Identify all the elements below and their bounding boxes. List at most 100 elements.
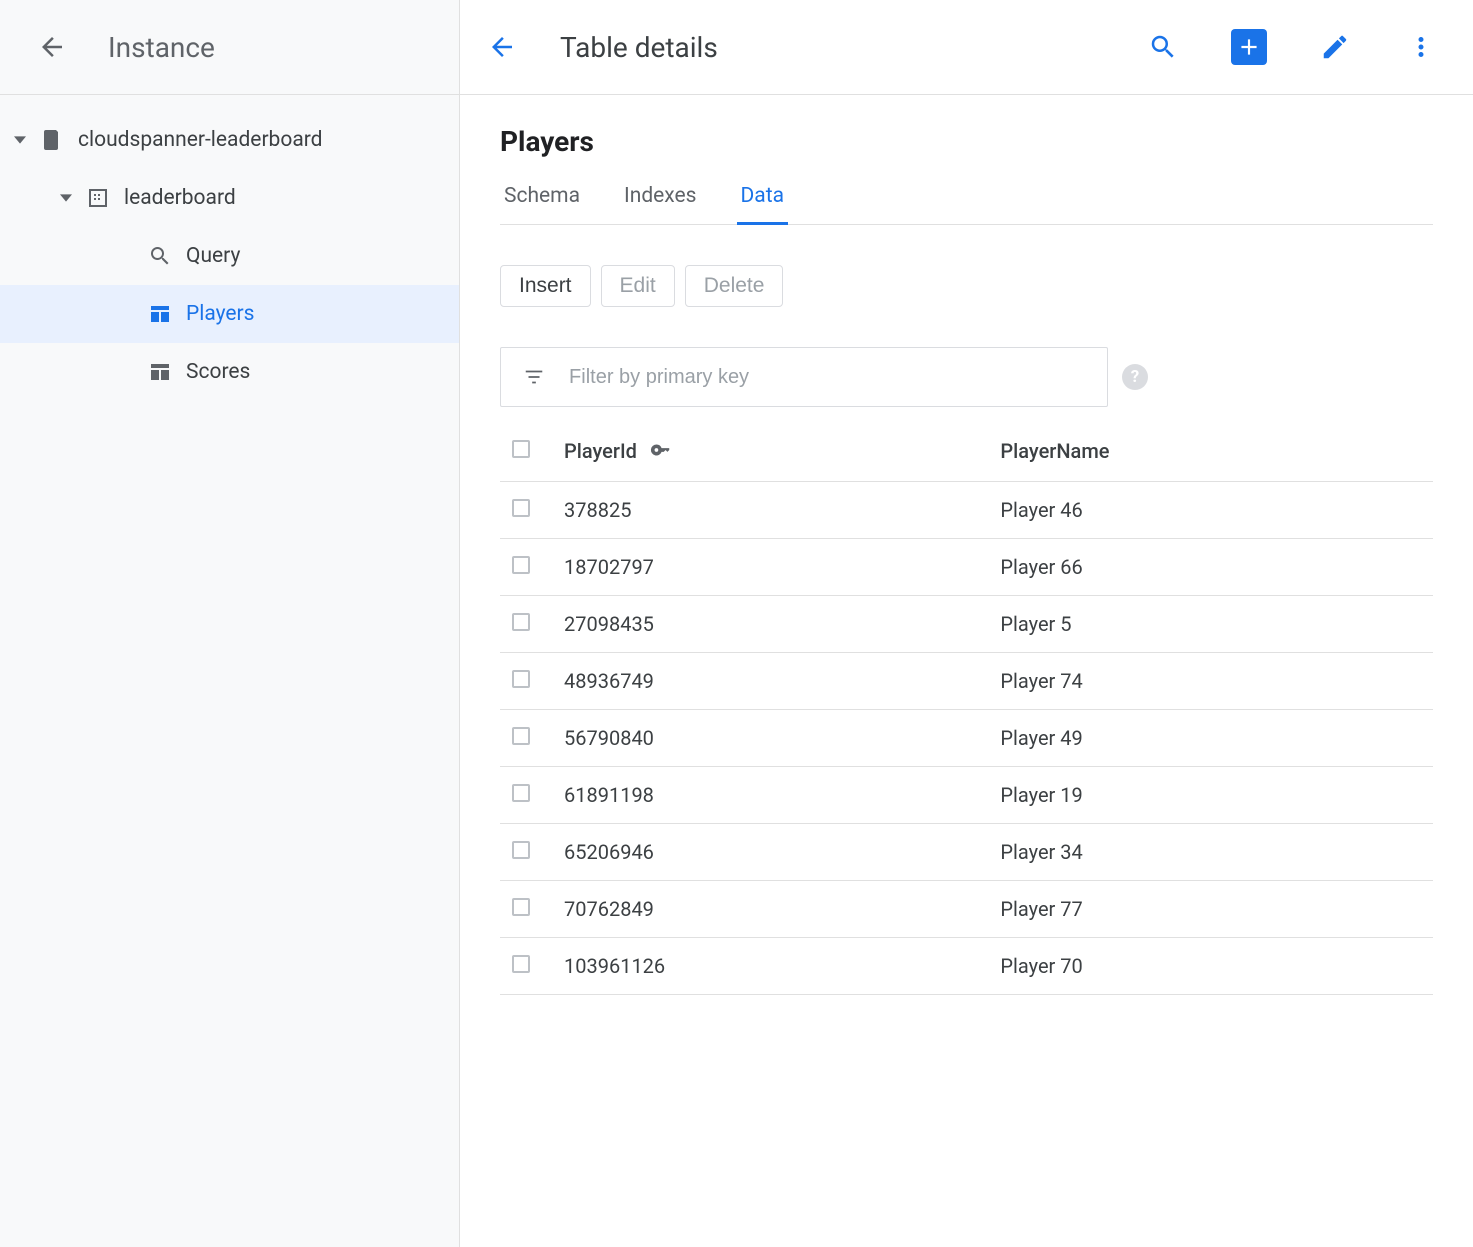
table-row[interactable]: 378825Player 46	[500, 482, 1433, 539]
action-row: Insert Edit Delete	[500, 265, 1433, 307]
row-checkbox-cell	[500, 539, 556, 596]
main-title: Table details	[560, 31, 718, 64]
tab-indexes[interactable]: Indexes	[620, 176, 700, 225]
caret-icon[interactable]	[8, 134, 32, 146]
cell-player-id: 48936749	[556, 653, 992, 710]
query-button[interactable]	[1139, 23, 1187, 71]
sidebar: Instance cloudspanner-leaderboard leader…	[0, 0, 460, 1247]
instance-icon	[38, 126, 66, 154]
row-checkbox-cell	[500, 824, 556, 881]
tab-data[interactable]: Data	[737, 176, 789, 225]
row-checkbox-cell	[500, 482, 556, 539]
filter-icon	[523, 365, 545, 389]
search-icon	[146, 242, 174, 270]
main-panel: Table details Players Schema Indexes Dat…	[460, 0, 1473, 1247]
row-checkbox[interactable]	[512, 556, 530, 574]
row-checkbox-cell	[500, 881, 556, 938]
tree-item-scores[interactable]: Scores	[0, 343, 459, 401]
back-arrow-button[interactable]	[28, 23, 76, 71]
more-vert-icon	[1406, 32, 1436, 62]
edit-row-button[interactable]: Edit	[601, 265, 675, 307]
col-header-player-id[interactable]: PlayerId	[556, 429, 992, 482]
filter-input[interactable]	[569, 366, 1085, 389]
cell-player-id: 61891198	[556, 767, 992, 824]
cell-player-id: 70762849	[556, 881, 992, 938]
table-row[interactable]: 65206946Player 34	[500, 824, 1433, 881]
row-checkbox[interactable]	[512, 955, 530, 973]
main-header: Table details	[460, 0, 1473, 95]
table-row[interactable]: 61891198Player 19	[500, 767, 1433, 824]
cell-player-name: Player 49	[992, 710, 1433, 767]
data-table: PlayerId PlayerName 378825Player 4618702…	[500, 429, 1433, 995]
table-icon	[146, 358, 174, 386]
row-checkbox-cell	[500, 938, 556, 995]
cell-player-name: Player 70	[992, 938, 1433, 995]
col-header-player-name[interactable]: PlayerName	[992, 429, 1433, 482]
insert-button[interactable]: Insert	[500, 265, 591, 307]
tree-item-label: Scores	[186, 360, 250, 384]
select-all-checkbox[interactable]	[512, 440, 530, 458]
filter-row: ?	[500, 347, 1433, 407]
table-row[interactable]: 56790840Player 49	[500, 710, 1433, 767]
cell-player-id: 56790840	[556, 710, 992, 767]
row-checkbox-cell	[500, 596, 556, 653]
row-checkbox[interactable]	[512, 898, 530, 916]
cell-player-name: Player 74	[992, 653, 1433, 710]
cell-player-name: Player 5	[992, 596, 1433, 653]
back-arrow-button[interactable]	[478, 23, 526, 71]
cell-player-id: 103961126	[556, 938, 992, 995]
sidebar-title: Instance	[108, 31, 215, 64]
cell-player-id: 65206946	[556, 824, 992, 881]
cell-player-name: Player 66	[992, 539, 1433, 596]
cell-player-id: 27098435	[556, 596, 992, 653]
table-row[interactable]: 48936749Player 74	[500, 653, 1433, 710]
tree-item-label: Query	[186, 244, 240, 268]
tree-instance-row[interactable]: cloudspanner-leaderboard	[0, 111, 459, 169]
arrow-back-icon	[487, 32, 517, 62]
cell-player-id: 18702797	[556, 539, 992, 596]
row-checkbox[interactable]	[512, 613, 530, 631]
pencil-icon	[1320, 32, 1350, 62]
row-checkbox[interactable]	[512, 784, 530, 802]
row-checkbox-cell	[500, 653, 556, 710]
row-checkbox[interactable]	[512, 841, 530, 859]
table-row[interactable]: 103961126Player 70	[500, 938, 1433, 995]
row-checkbox[interactable]	[512, 670, 530, 688]
tab-schema[interactable]: Schema	[500, 176, 584, 225]
row-checkbox-cell	[500, 767, 556, 824]
more-button[interactable]	[1397, 23, 1445, 71]
caret-icon[interactable]	[54, 192, 78, 204]
nav-tree: cloudspanner-leaderboard leaderboard Que…	[0, 95, 459, 401]
table-icon	[146, 300, 174, 328]
tree-database-row[interactable]: leaderboard	[0, 169, 459, 227]
database-icon	[84, 184, 112, 212]
cell-player-name: Player 46	[992, 482, 1433, 539]
row-checkbox[interactable]	[512, 499, 530, 517]
col-header-label: PlayerId	[564, 439, 637, 463]
table-row[interactable]: 18702797Player 66	[500, 539, 1433, 596]
add-icon	[1231, 29, 1267, 65]
arrow-back-icon	[37, 32, 67, 62]
cell-player-name: Player 19	[992, 767, 1433, 824]
delete-row-button[interactable]: Delete	[685, 265, 784, 307]
add-button[interactable]	[1225, 23, 1273, 71]
table-row[interactable]: 70762849Player 77	[500, 881, 1433, 938]
cell-player-name: Player 77	[992, 881, 1433, 938]
filter-box[interactable]	[500, 347, 1108, 407]
select-all-header	[500, 429, 556, 482]
table-row[interactable]: 27098435Player 5	[500, 596, 1433, 653]
key-icon	[650, 439, 672, 463]
sidebar-header: Instance	[0, 0, 459, 95]
tree-instance-label: cloudspanner-leaderboard	[78, 128, 323, 152]
search-icon	[1148, 32, 1178, 62]
tree-item-query[interactable]: Query	[0, 227, 459, 285]
tree-item-players[interactable]: Players	[0, 285, 459, 343]
help-button[interactable]: ?	[1122, 364, 1148, 390]
tab-bar: Schema Indexes Data	[500, 176, 1433, 225]
edit-button[interactable]	[1311, 23, 1359, 71]
tree-item-label: Players	[186, 302, 255, 326]
row-checkbox[interactable]	[512, 727, 530, 745]
cell-player-name: Player 34	[992, 824, 1433, 881]
table-name: Players	[500, 125, 1433, 158]
content-area: Players Schema Indexes Data Insert Edit …	[460, 95, 1473, 1247]
